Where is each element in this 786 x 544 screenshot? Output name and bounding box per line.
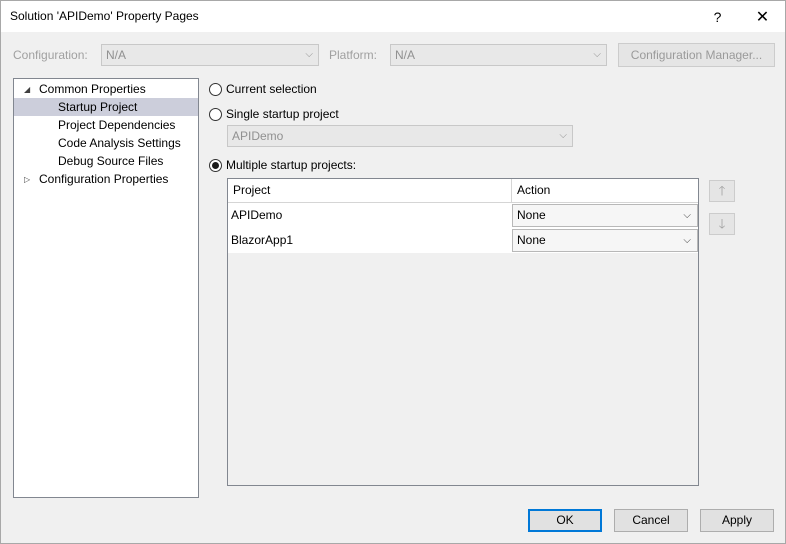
startup-projects-grid: Project Action APIDemo None ⌵ BlazorApp1… (227, 178, 699, 486)
help-icon: ? (713, 8, 722, 25)
single-startup-value: APIDemo (232, 129, 284, 143)
tree-item-label: Project Dependencies (58, 118, 176, 132)
single-startup-label: Single startup project (226, 107, 339, 121)
arrow-up-icon: 🡑 (718, 183, 726, 198)
action-value: None (517, 208, 546, 222)
configuration-select[interactable]: N/A ⌵ (101, 44, 319, 66)
tree-item-label: Debug Source Files (58, 154, 164, 168)
property-pages-dialog: Solution 'APIDemo' Property Pages ? ✕ Co… (0, 0, 786, 544)
move-down-button[interactable]: 🡓 (709, 213, 735, 235)
action-select[interactable]: None ⌵ (512, 229, 698, 252)
column-header-action[interactable]: Action (511, 179, 698, 202)
configuration-value: N/A (106, 48, 127, 62)
tree-item-startup-project[interactable]: Startup Project (14, 98, 198, 116)
close-icon: ✕ (755, 8, 770, 26)
collapsed-arrow-icon[interactable]: ▷ (24, 171, 30, 189)
chevron-down-icon: ⌵ (305, 49, 313, 60)
property-tree: ◢ Common Properties Startup Project Proj… (13, 78, 199, 498)
ok-button[interactable]: OK (528, 509, 602, 532)
chevron-down-icon: ⌵ (593, 49, 601, 60)
tree-item-common-properties[interactable]: ◢ Common Properties (14, 80, 198, 98)
cancel-button[interactable]: Cancel (614, 509, 688, 532)
single-startup-select[interactable]: APIDemo ⌵ (227, 125, 573, 147)
tree-item-project-dependencies[interactable]: Project Dependencies (14, 116, 198, 134)
title-bar: Solution 'APIDemo' Property Pages ? ✕ (1, 1, 785, 32)
expanded-arrow-icon[interactable]: ◢ (24, 81, 30, 99)
tree-item-debug-source-files[interactable]: Debug Source Files (14, 152, 198, 170)
arrow-down-icon: 🡓 (718, 216, 726, 231)
tree-item-label: Code Analysis Settings (58, 136, 181, 150)
chevron-down-icon: ⌵ (559, 130, 567, 141)
current-selection-label: Current selection (226, 82, 317, 96)
project-name: BlazorApp1 (231, 233, 294, 247)
configuration-manager-button[interactable]: Configuration Manager... (618, 43, 775, 67)
move-up-button[interactable]: 🡑 (709, 180, 735, 202)
chevron-down-icon: ⌵ (683, 210, 691, 221)
chevron-down-icon: ⌵ (683, 235, 691, 246)
single-startup-radio[interactable] (209, 108, 222, 121)
grid-header: Project Action (228, 179, 698, 203)
column-header-project[interactable]: Project (228, 179, 511, 202)
multiple-startup-radio[interactable] (209, 159, 222, 172)
tree-item-label: Common Properties (39, 82, 146, 96)
configuration-label: Configuration: (13, 48, 88, 62)
platform-select[interactable]: N/A ⌵ (390, 44, 607, 66)
action-select[interactable]: None ⌵ (512, 204, 698, 227)
platform-value: N/A (395, 48, 416, 62)
help-button[interactable]: ? (695, 1, 740, 32)
tree-item-label: Startup Project (58, 100, 138, 114)
project-name: APIDemo (231, 208, 283, 222)
action-value: None (517, 233, 546, 247)
window-title: Solution 'APIDemo' Property Pages (10, 9, 199, 23)
apply-button[interactable]: Apply (700, 509, 774, 532)
current-selection-radio[interactable] (209, 83, 222, 96)
tree-item-configuration-properties[interactable]: ▷ Configuration Properties (14, 170, 198, 188)
tree-item-label: Configuration Properties (39, 172, 169, 186)
table-row[interactable]: BlazorApp1 None ⌵ (228, 228, 698, 253)
close-button[interactable]: ✕ (740, 1, 785, 32)
table-row[interactable]: APIDemo None ⌵ (228, 203, 698, 228)
platform-label: Platform: (329, 48, 378, 62)
tree-item-code-analysis-settings[interactable]: Code Analysis Settings (14, 134, 198, 152)
multiple-startup-label: Multiple startup projects: (226, 158, 357, 172)
